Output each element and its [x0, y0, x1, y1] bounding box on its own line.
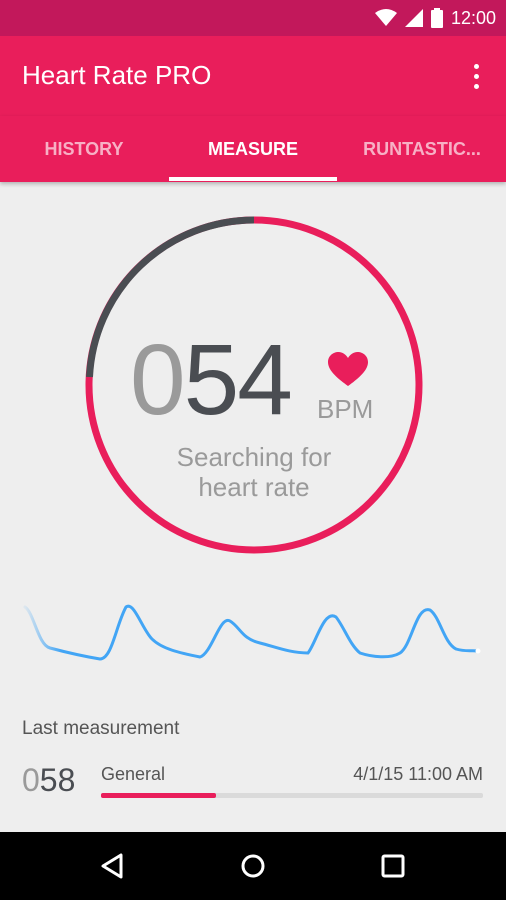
overflow-menu-icon[interactable] [464, 58, 488, 94]
last-measurement-title: Last measurement [22, 718, 180, 739]
last-measurement-bar-fill [101, 793, 216, 798]
tab-indicator [169, 177, 337, 181]
last-value-leading-zero: 0 [22, 762, 40, 798]
last-measurement-date: 4/1/15 11:00 AM [353, 764, 483, 784]
tab-history[interactable]: HISTORY [0, 116, 168, 182]
app-bar: Heart Rate PRO [0, 36, 506, 116]
last-measurement-value[interactable]: 058 [22, 762, 75, 799]
back-icon[interactable] [92, 846, 132, 886]
status-line-1: Searching for [176, 442, 332, 472]
signal-icon [404, 9, 423, 27]
last-value: 58 [39, 762, 76, 798]
wifi-icon [374, 9, 397, 26]
status-icons: 12:00 [374, 0, 496, 36]
tab-measure[interactable]: MEASURE [169, 116, 337, 182]
recents-icon[interactable] [373, 846, 413, 886]
navigation-bar [0, 832, 506, 900]
status-line-2: heart rate [198, 472, 310, 502]
tab-runtastic[interactable]: RUNTASTIC... [338, 116, 506, 182]
measure-status: Searching for heart rate [104, 442, 404, 502]
bpm-readout: 054 [130, 330, 293, 430]
pulse-waveform [23, 604, 481, 661]
home-icon[interactable] [233, 846, 273, 886]
bpm-unit: BPM [317, 394, 374, 424]
last-measurement-label: General [101, 764, 166, 784]
tab-bar: HISTORY MEASURE RUNTASTIC... [0, 116, 506, 182]
battery-icon [430, 8, 443, 28]
heart-icon [328, 352, 368, 386]
bpm-leading-zero: 0 [130, 324, 186, 436]
bpm-value: 54 [183, 324, 293, 436]
last-measurement-bar [101, 793, 483, 798]
clock: 12:00 [450, 7, 496, 28]
status-bar: 12:00 [0, 0, 506, 36]
app-title: Heart Rate PRO [22, 60, 212, 90]
